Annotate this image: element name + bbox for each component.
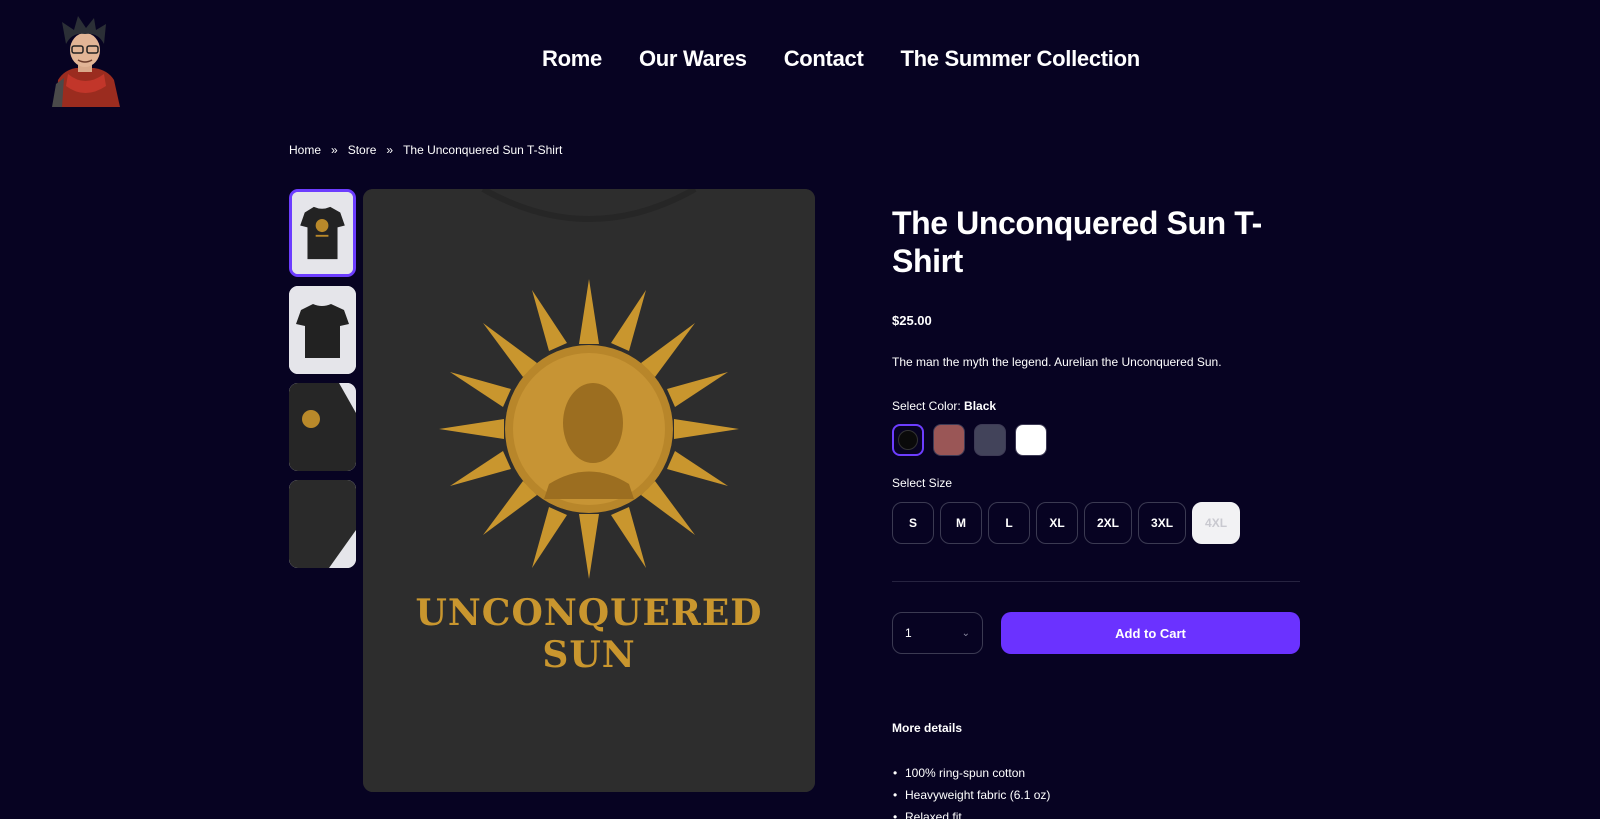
size-option-s[interactable]: S [892, 502, 934, 544]
thumbnail-gallery [289, 189, 356, 568]
divider [892, 581, 1300, 582]
size-option-4xl: 4XL [1192, 502, 1241, 544]
product-description: The man the myth the legend. Aurelian th… [892, 355, 1222, 369]
thumbnail-front[interactable] [289, 189, 356, 277]
thumbnail-back[interactable] [289, 286, 356, 374]
size-option-l[interactable]: L [988, 502, 1030, 544]
details-list-item: Heavyweight fabric (6.1 oz) [892, 784, 1300, 806]
color-swatches [892, 424, 1300, 456]
nav-link-summer-collection[interactable]: The Summer Collection [900, 46, 1140, 72]
size-option-m[interactable]: M [940, 502, 982, 544]
details-list-item: 100% ring-spun cotton [892, 762, 1300, 784]
main-product-image[interactable]: UNCONQUERED SUN [363, 189, 815, 792]
site-logo[interactable] [48, 14, 122, 107]
cart-row: 1 ⌄ Add to Cart [892, 612, 1300, 654]
color-label-text: Select Color: [892, 399, 961, 413]
nav-link-rome[interactable]: Rome [542, 46, 602, 72]
breadcrumb-separator: » [331, 143, 338, 157]
size-option-2xl[interactable]: 2XL [1084, 502, 1133, 544]
color-swatch-white[interactable] [1015, 424, 1047, 456]
size-selector-label: Select Size [892, 476, 953, 490]
nav-link-our-wares[interactable]: Our Wares [639, 46, 747, 72]
product-info: The Unconquered Sun T-Shirt $25.00 The m… [892, 204, 1300, 819]
size-options: S M L XL 2XL 3XL 4XL [892, 502, 1300, 544]
product-price: $25.00 [892, 313, 932, 328]
size-option-xl[interactable]: XL [1036, 502, 1078, 544]
size-option-3xl[interactable]: 3XL [1138, 502, 1187, 544]
details-list-item: Relaxed fit [892, 806, 1300, 819]
shirt-print-text: UNCONQUERED SUN [415, 592, 763, 676]
breadcrumb-current: The Unconquered Sun T-Shirt [403, 143, 563, 157]
chevron-down-icon: ⌄ [961, 627, 970, 639]
nav-link-contact[interactable]: Contact [784, 46, 864, 72]
color-selector-label: Select Color: Black [892, 399, 1300, 413]
thumbnail-angle[interactable] [289, 383, 356, 471]
thumbnail-detail[interactable] [289, 480, 356, 568]
selected-color-name: Black [964, 399, 997, 413]
product-title: The Unconquered Sun T-Shirt [892, 205, 1262, 279]
breadcrumb: Home » Store » The Unconquered Sun T-Shi… [289, 143, 562, 157]
breadcrumb-separator: » [386, 143, 394, 157]
breadcrumb-home[interactable]: Home [289, 143, 321, 157]
quantity-select[interactable]: 1 ⌄ [892, 612, 983, 654]
color-swatch-red[interactable] [933, 424, 965, 456]
main-nav: Rome Our Wares Contact The Summer Collec… [542, 46, 1140, 72]
details-list: 100% ring-spun cotton Heavyweight fabric… [892, 762, 1300, 819]
breadcrumb-store[interactable]: Store [348, 143, 377, 157]
color-swatch-navy[interactable] [974, 424, 1006, 456]
add-to-cart-button[interactable]: Add to Cart [1001, 612, 1300, 654]
quantity-value: 1 [905, 626, 912, 640]
color-swatch-black[interactable] [892, 424, 924, 456]
more-details-heading: More details [892, 721, 963, 735]
